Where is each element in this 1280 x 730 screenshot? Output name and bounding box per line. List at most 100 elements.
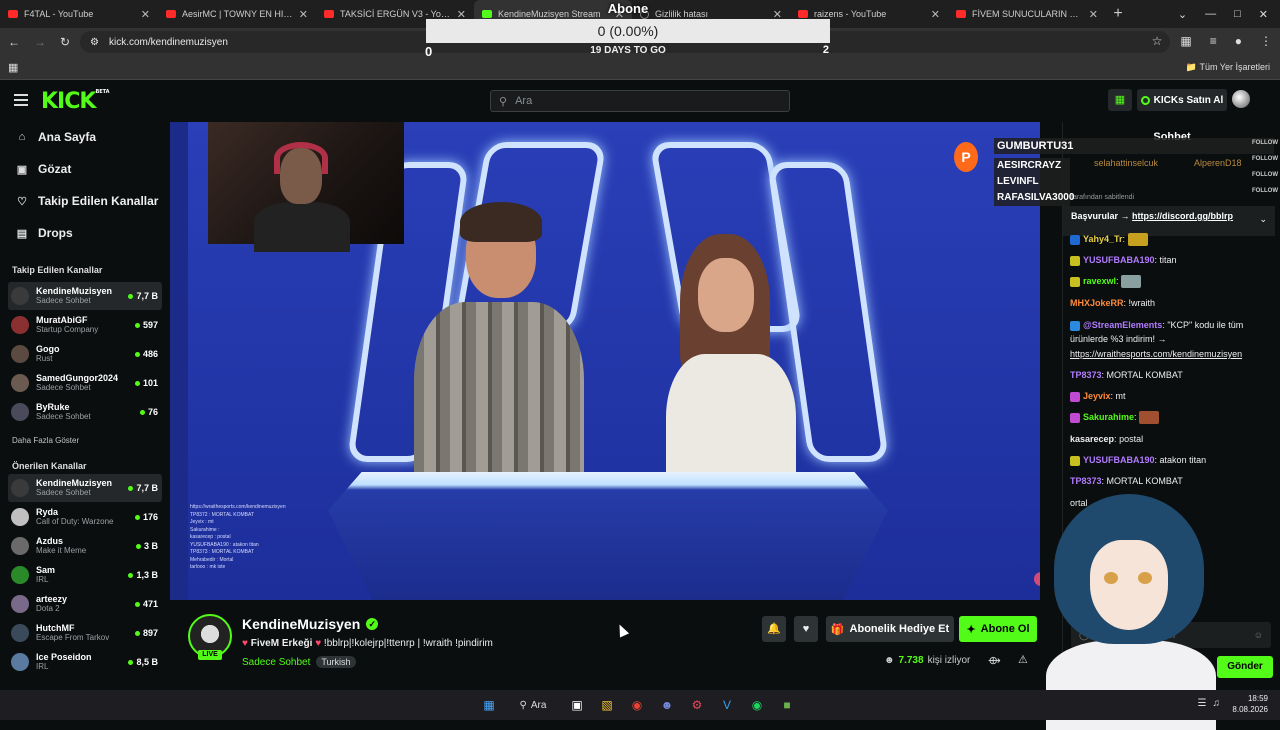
goal-days-left: 19 DAYS TO GO xyxy=(590,45,666,56)
share-icon[interactable]: ⟴ xyxy=(988,654,1001,667)
tab-close-icon[interactable]: ✕ xyxy=(141,8,150,21)
chat-username[interactable]: ravexwl xyxy=(1083,276,1116,286)
emoji-icon[interactable]: ☺ xyxy=(1254,622,1263,648)
user-avatar[interactable] xyxy=(1232,90,1250,108)
chat-username[interactable]: YUSUFBABA190 xyxy=(1083,255,1155,265)
app-icon[interactable]: ⚙ xyxy=(686,694,708,716)
reload-icon[interactable]: ↻ xyxy=(60,35,70,49)
extensions-icon[interactable]: ▦ xyxy=(1180,34,1191,48)
wifi-icon[interactable]: ☰ xyxy=(1198,698,1207,709)
subscribe-button[interactable]: ✦ Abone Ol xyxy=(959,616,1037,642)
chat-username[interactable]: TP8373 xyxy=(1070,370,1102,380)
chat-link[interactable]: https://wraithesports.com/kendinemuzisye… xyxy=(1070,349,1242,359)
clock[interactable]: 18:59 8.08.2026 xyxy=(1232,693,1268,715)
sidebar-channel[interactable]: Azdus Make it Meme 3 B xyxy=(8,532,162,560)
search-icon: ⚲ xyxy=(519,699,527,711)
forward-icon[interactable]: → xyxy=(34,35,46,49)
language-tag[interactable]: Turkish xyxy=(316,656,356,668)
pinned-link[interactable]: https://discord.gg/bblrp xyxy=(1132,211,1233,221)
sidebar-channel[interactable]: MuratAbiGF Startup Company 597 xyxy=(8,311,162,339)
category-link[interactable]: Sadece Sohbet xyxy=(242,657,310,668)
apps-icon[interactable]: ▦ xyxy=(8,61,18,74)
clock-date: 8.08.2026 xyxy=(1232,705,1268,714)
taskbar-search[interactable]: ⚲ Ara xyxy=(508,694,558,716)
chat-message: MHXJokeRR: !wraith xyxy=(1070,296,1270,310)
minecraft-icon[interactable]: ■ xyxy=(776,694,798,716)
hamburger-menu-icon[interactable] xyxy=(14,94,28,106)
buy-kicks-button[interactable]: KICKs Satın Al xyxy=(1137,89,1227,111)
follower-name: GUMBURTU31 xyxy=(997,140,1074,152)
channel-name[interactable]: KendineMuzisyen ✓ xyxy=(242,616,379,632)
site-info-icon[interactable]: ⚙ xyxy=(90,37,99,48)
search-input[interactable]: ⚲ Ara xyxy=(490,90,790,112)
system-tray[interactable]: ☰ ♫ xyxy=(1198,698,1220,709)
nav-home[interactable]: ⌂ Ana Sayfa xyxy=(16,130,96,144)
chevron-down-icon[interactable]: ⌄ xyxy=(1259,214,1267,225)
logo-text: KICK xyxy=(41,89,96,114)
close-window-icon[interactable]: ✕ xyxy=(1259,8,1268,21)
sidebar-channel[interactable]: KendineMuzisyen Sadece Sohbet 7,7 B xyxy=(8,282,162,310)
new-tab-button[interactable]: + xyxy=(1106,5,1130,23)
channel-category: Sadece Sohbet xyxy=(36,383,91,392)
nav-following[interactable]: ♡ Takip Edilen Kanallar xyxy=(16,194,158,208)
search-icon: ⚲ xyxy=(499,95,508,108)
sidebar-channel[interactable]: SamedGungor2024 Sadece Sohbet 101 xyxy=(8,369,162,397)
menu-icon[interactable]: ⋮ xyxy=(1260,34,1272,48)
maximize-icon[interactable]: □ xyxy=(1234,8,1241,21)
vscode-icon[interactable]: V xyxy=(716,694,738,716)
back-icon[interactable]: ← xyxy=(8,35,20,49)
report-icon[interactable]: ⚠ xyxy=(1018,653,1028,666)
follow-heart-icon[interactable]: ♥ xyxy=(794,616,818,642)
spotify-icon[interactable]: ◉ xyxy=(746,694,768,716)
tab-close-icon[interactable]: ✕ xyxy=(931,8,940,21)
video-player[interactable]: P https://wraithesports.com/kendinemuzis… xyxy=(170,122,1040,600)
sidebar-channel[interactable]: Gogo Rust 486 xyxy=(8,340,162,368)
leaderboard-icon[interactable]: ▦ xyxy=(1108,89,1132,111)
chat-username[interactable]: YUSUFBABA190 xyxy=(1083,455,1155,465)
chat-username[interactable]: TP8373 xyxy=(1070,476,1102,486)
sidebar-channel[interactable]: arteezy Dota 2 471 xyxy=(8,590,162,618)
channel-avatar xyxy=(11,566,29,584)
streamer-webcam xyxy=(208,122,404,252)
sidebar-channel[interactable]: Ice Poseidon IRL 8,5 B xyxy=(8,648,162,676)
sidebar-channel[interactable]: Sam IRL 1,3 B xyxy=(8,561,162,589)
chat-username[interactable]: Sakurahime xyxy=(1083,412,1134,422)
profile-icon[interactable]: ● xyxy=(1235,34,1242,48)
follow-tag: FOLLOW xyxy=(1252,140,1278,146)
url-text: kick.com/kendinemuzisyen xyxy=(108,36,228,48)
sidebar-channel[interactable]: ByRuke Sadece Sohbet 76 xyxy=(8,398,162,426)
browser-tab[interactable]: AesirMC | TOWNY EN HIZLI PA ✕ xyxy=(158,0,316,28)
sidebar-channel[interactable]: Ryda Call of Duty: Warzone 176 xyxy=(8,503,162,531)
nav-drops[interactable]: ▤ Drops xyxy=(16,226,73,240)
tab-favicon-icon xyxy=(956,10,966,18)
chat-username[interactable]: Jeyvix xyxy=(1083,391,1111,401)
sidebar-channel[interactable]: KendineMuzisyen Sadece Sohbet 7,7 B xyxy=(8,474,162,502)
chat-username[interactable]: Yahy4_Tr xyxy=(1083,234,1123,244)
discord-icon[interactable]: ☻ xyxy=(656,694,678,716)
tab-close-icon[interactable]: ✕ xyxy=(299,8,308,21)
chrome-icon[interactable]: ◉ xyxy=(626,694,648,716)
kick-logo[interactable]: KICKBETA xyxy=(41,89,110,114)
mini-chat-line: Jeyvix : mt xyxy=(190,519,214,525)
nav-browse[interactable]: ▣ Gözat xyxy=(16,162,72,176)
windows-start-icon[interactable]: ▦ xyxy=(478,694,500,716)
browser-tab[interactable]: F4TAL - YouTube ✕ xyxy=(0,0,158,28)
chat-username[interactable]: @StreamElements xyxy=(1083,320,1162,330)
gift-subscription-button[interactable]: 🎁 Abonelik Hediye Et xyxy=(826,616,954,642)
volume-icon[interactable]: ♫ xyxy=(1213,698,1221,709)
tab-search-icon[interactable]: ⌄ xyxy=(1178,8,1187,21)
minimize-icon[interactable]: — xyxy=(1205,8,1216,21)
bookmark-star-icon[interactable]: ☆ xyxy=(1152,34,1163,48)
browser-tab[interactable]: FİVEM SUNUCULARIN MÜLAK ✕ xyxy=(948,0,1106,28)
notifications-bell-icon[interactable]: 🔔 xyxy=(762,616,786,642)
chat-username[interactable]: MHXJokeRR xyxy=(1070,298,1124,308)
viewers-icon: ☻ xyxy=(884,655,895,666)
all-bookmarks[interactable]: 📁 Tüm Yer İşaretleri xyxy=(1186,62,1270,73)
show-more-link[interactable]: Daha Fazla Göster xyxy=(12,436,79,445)
file-explorer-icon[interactable]: ▧ xyxy=(596,694,618,716)
chat-username[interactable]: kasarecep xyxy=(1070,434,1114,444)
sidebar-channel[interactable]: HutchMF Escape From Tarkov 897 xyxy=(8,619,162,647)
reading-list-icon[interactable]: ≡ xyxy=(1210,34,1217,48)
tab-close-icon[interactable]: ✕ xyxy=(1089,8,1098,21)
task-view-icon[interactable]: ▣ xyxy=(566,694,588,716)
